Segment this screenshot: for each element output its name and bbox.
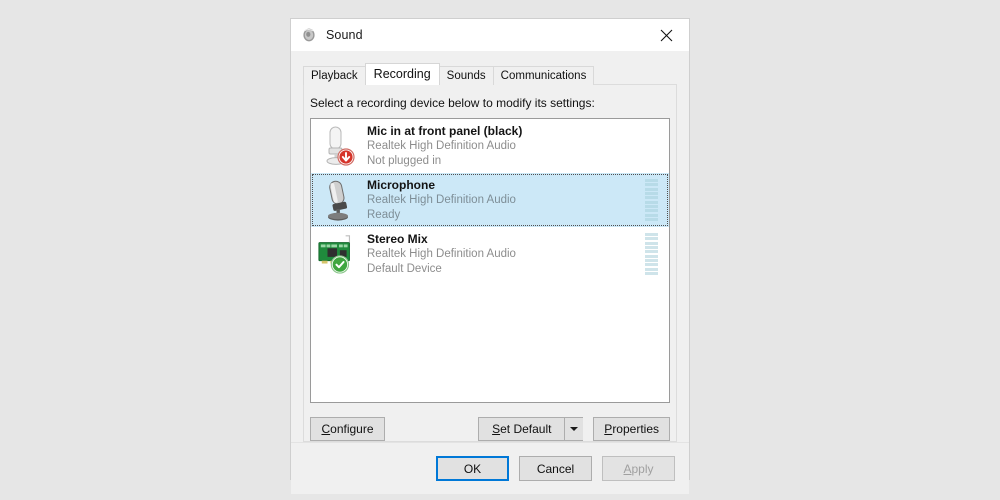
set-default-button[interactable]: Set Default: [478, 417, 565, 441]
sound-dialog-window: Sound Playback Recording Sounds Communic…: [290, 18, 690, 494]
device-name: Microphone: [367, 178, 435, 192]
configure-button[interactable]: Configure: [310, 417, 385, 441]
device-status: Default Device: [367, 262, 442, 275]
list-item[interactable]: Stereo Mix Realtek High Definition Audio…: [311, 227, 669, 281]
tab-playback-label: Playback: [311, 70, 358, 82]
device-name: Stereo Mix: [367, 232, 428, 246]
configure-accel: C: [321, 422, 331, 436]
device-driver: Realtek High Definition Audio: [367, 248, 516, 260]
device-info: Stereo Mix Realtek High Definition Audio…: [367, 232, 645, 276]
title-bar: Sound: [291, 19, 689, 51]
set-default-accel: S: [492, 422, 501, 436]
speaker-icon: [301, 27, 317, 43]
cancel-label: Cancel: [536, 461, 575, 476]
ok-button[interactable]: OK: [436, 456, 509, 481]
tab-playback[interactable]: Playback: [303, 66, 366, 85]
microphone-icon: [317, 177, 359, 223]
window-title: Sound: [326, 28, 363, 42]
cancel-button[interactable]: Cancel: [519, 456, 592, 481]
properties-button[interactable]: Properties: [593, 417, 670, 441]
volume-meter: [645, 233, 658, 275]
device-driver: Realtek High Definition Audio: [367, 194, 516, 206]
list-item[interactable]: Mic in at front panel (black) Realtek Hi…: [311, 119, 669, 173]
tab-strip: Playback Recording Sounds Communications: [303, 63, 689, 85]
ok-label: OK: [463, 461, 482, 476]
list-item[interactable]: Microphone Realtek High Definition Audio…: [311, 173, 669, 227]
tab-sounds[interactable]: Sounds: [438, 66, 494, 85]
close-icon[interactable]: [644, 19, 689, 51]
tab-sounds-label: Sounds: [446, 70, 486, 82]
set-default-split-button[interactable]: Set Default: [478, 417, 584, 441]
device-name: Mic in at front panel (black): [367, 124, 523, 138]
volume-meter: [645, 179, 658, 221]
sound-card-icon: [317, 231, 359, 277]
dialog-client-area: Playback Recording Sounds Communications…: [291, 51, 689, 494]
apply-label-rest: pply: [631, 461, 654, 476]
device-status: Ready: [367, 208, 401, 221]
device-driver: Realtek High Definition Audio: [367, 140, 516, 152]
chevron-down-icon[interactable]: [564, 417, 584, 441]
tab-recording-label: Recording: [373, 67, 431, 81]
device-info: Microphone Realtek High Definition Audio…: [367, 178, 645, 222]
configure-label-rest: onfigure: [330, 422, 374, 436]
tab-communications[interactable]: Communications: [492, 66, 595, 85]
tab-recording[interactable]: Recording: [364, 63, 440, 85]
recording-tab-page: Select a recording device below to modif…: [303, 84, 677, 442]
dialog-footer: OK Cancel Apply: [291, 442, 689, 494]
device-info: Mic in at front panel (black) Realtek Hi…: [367, 124, 665, 168]
tab-communications-label: Communications: [500, 70, 587, 82]
apply-button: Apply: [602, 456, 675, 481]
properties-label-rest: roperties: [612, 422, 659, 436]
set-default-label-rest: et Default: [500, 422, 552, 436]
instruction-text: Select a recording device below to modif…: [310, 96, 595, 110]
microphone-disabled-icon: [317, 123, 359, 169]
device-action-buttons: Configure Set Default Properties: [310, 417, 670, 441]
recording-device-list[interactable]: Mic in at front panel (black) Realtek Hi…: [310, 118, 670, 403]
device-status: Not plugged in: [367, 154, 442, 167]
apply-accel: A: [623, 461, 632, 476]
